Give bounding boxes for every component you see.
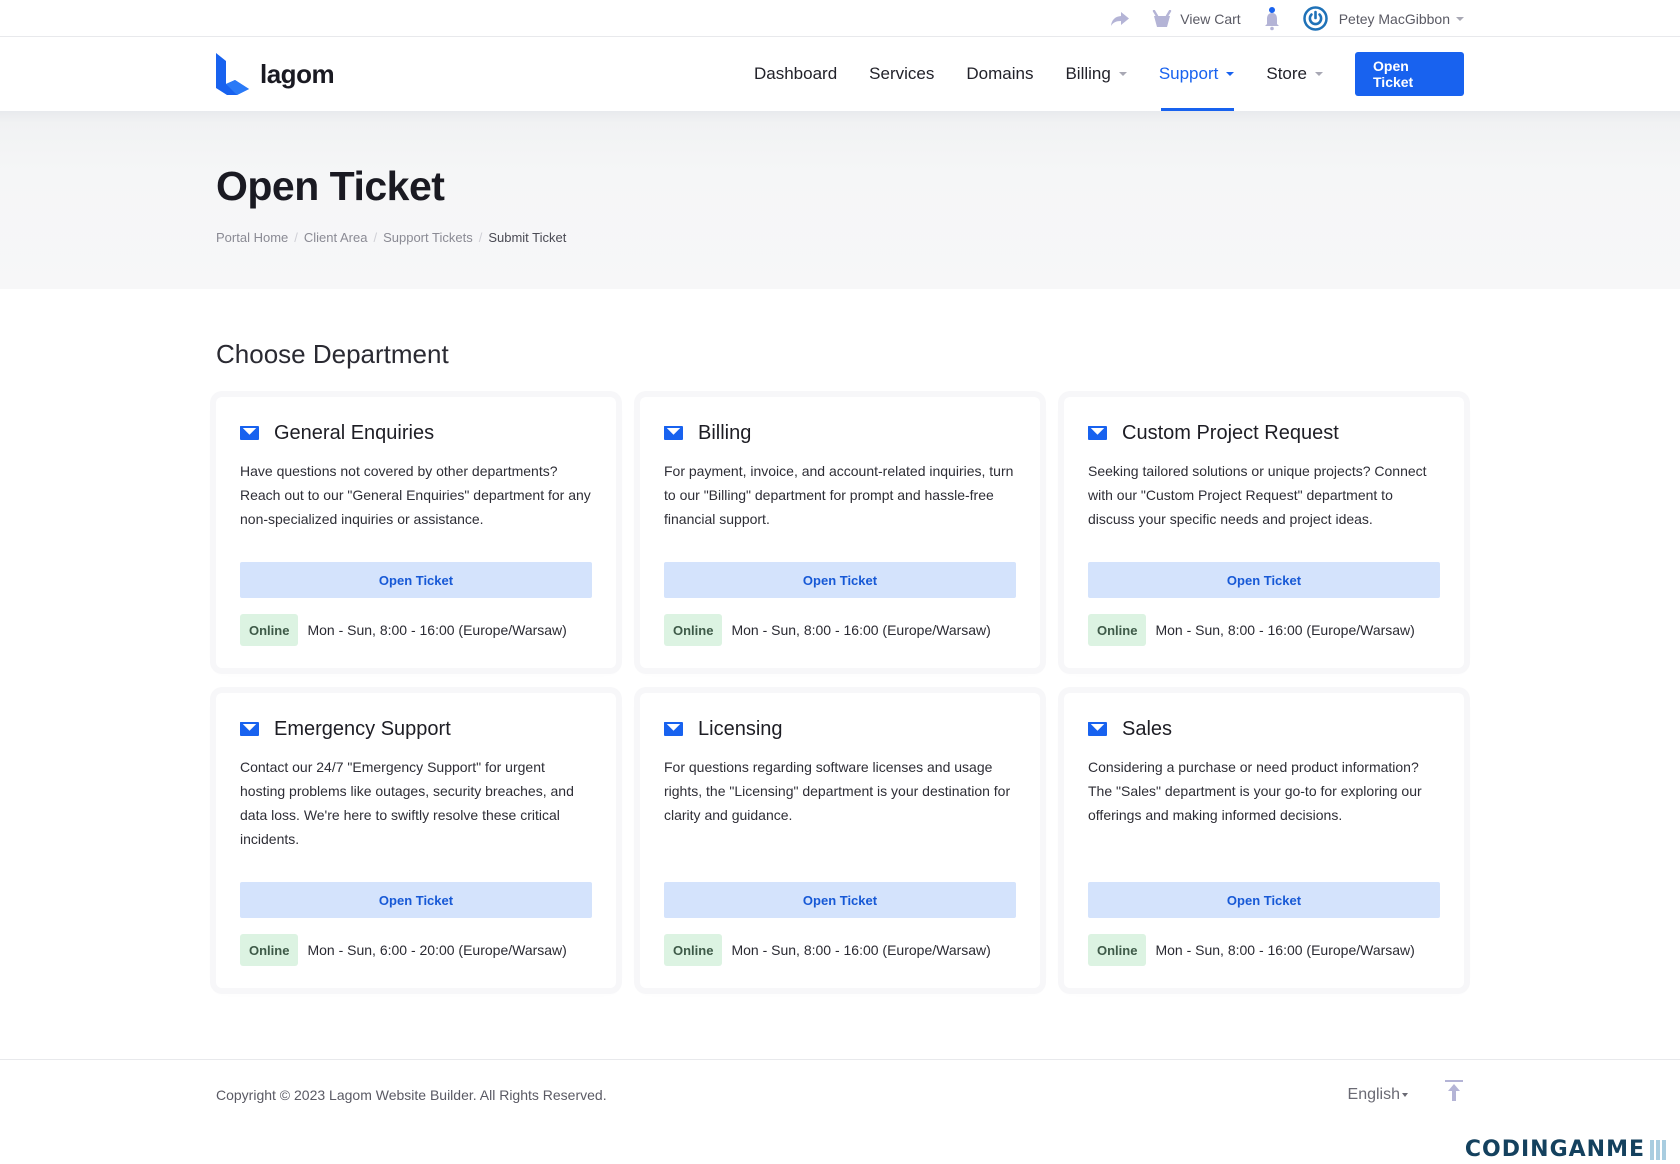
department-description: Have questions not covered by other depa… bbox=[240, 463, 591, 527]
nav-label: Dashboard bbox=[754, 64, 838, 83]
arrow-up-to-top-icon bbox=[1445, 1080, 1463, 1101]
power-icon bbox=[1302, 6, 1328, 31]
status-badge: Online bbox=[240, 934, 299, 966]
department-hours: Mon - Sun, 8:00 - 16:00 (Europe/Warsaw) bbox=[1155, 622, 1415, 638]
breadcrumb-separator: / bbox=[294, 230, 298, 245]
top-bar: View Cart Petey MacGibbon bbox=[0, 0, 1680, 37]
main-navbar: lagom Dashboard Services Domains Billing… bbox=[0, 37, 1680, 111]
nav-label: Support bbox=[1158, 64, 1219, 83]
user-name: Petey MacGibbon bbox=[1338, 10, 1450, 27]
department-name: Sales bbox=[1122, 717, 1173, 740]
department-description: For questions regarding software license… bbox=[664, 759, 1011, 823]
status-badge: Online bbox=[664, 614, 723, 646]
envelope-icon bbox=[1088, 722, 1107, 736]
breadcrumb-separator: / bbox=[373, 230, 378, 245]
department-card-sales: Sales Considering a purchase or need pro… bbox=[1064, 693, 1464, 988]
envelope-icon bbox=[664, 426, 683, 440]
breadcrumb-support-tickets[interactable]: Support Tickets bbox=[383, 230, 473, 245]
envelope-icon bbox=[664, 722, 683, 736]
user-menu[interactable]: Petey MacGibbon bbox=[1302, 6, 1464, 31]
language-label: English bbox=[1347, 1086, 1400, 1103]
department-hours: Mon - Sun, 8:00 - 16:00 (Europe/Warsaw) bbox=[731, 622, 991, 638]
nav-label: Store bbox=[1266, 64, 1307, 83]
watermark: CODINGANME bbox=[1465, 1137, 1666, 1162]
share-arrow-icon bbox=[1111, 11, 1130, 26]
watermark-text: CODINGANME bbox=[1464, 1137, 1645, 1162]
envelope-icon bbox=[240, 722, 259, 736]
breadcrumb-client-area[interactable]: Client Area bbox=[304, 230, 368, 245]
watermark-bars-icon bbox=[1648, 1139, 1666, 1160]
nav-billing[interactable]: Billing bbox=[1065, 37, 1127, 111]
nav-domains[interactable]: Domains bbox=[966, 37, 1033, 111]
basket-icon bbox=[1153, 9, 1172, 27]
copyright-text: Copyright © 2023 Lagom Website Builder. … bbox=[216, 1087, 607, 1103]
department-card-emergency-support: Emergency Support Contact our 24/7 "Emer… bbox=[216, 693, 616, 988]
department-name: Emergency Support bbox=[274, 717, 451, 740]
status-badge: Online bbox=[664, 934, 723, 966]
department-name: General Enquiries bbox=[274, 421, 435, 444]
nav-label: Services bbox=[869, 64, 935, 83]
chevron-down-icon bbox=[1118, 72, 1127, 76]
chevron-down-icon bbox=[1315, 72, 1323, 76]
envelope-icon bbox=[1088, 426, 1107, 440]
view-cart-label: View Cart bbox=[1180, 10, 1241, 27]
view-cart-link[interactable]: View Cart bbox=[1152, 9, 1241, 28]
nav-store[interactable]: Store bbox=[1266, 37, 1323, 111]
logo[interactable]: lagom bbox=[216, 53, 335, 95]
chevron-down-icon bbox=[1226, 72, 1235, 76]
page-title: Open Ticket bbox=[216, 163, 445, 209]
status-badge: Online bbox=[1088, 934, 1147, 966]
department-description: Contact our 24/7 "Emergency Support" for… bbox=[240, 759, 574, 847]
department-card-billing: Billing For payment, invoice, and accoun… bbox=[640, 397, 1040, 668]
department-card-licensing: Licensing For questions regarding softwa… bbox=[640, 693, 1040, 988]
open-ticket-button[interactable]: Open Ticket bbox=[240, 562, 592, 598]
open-ticket-button[interactable]: Open Ticket bbox=[664, 562, 1016, 598]
share-button[interactable] bbox=[1110, 11, 1130, 27]
breadcrumb-portal-home[interactable]: Portal Home bbox=[216, 230, 288, 245]
chevron-down-icon bbox=[1402, 1093, 1408, 1097]
envelope-icon bbox=[240, 426, 259, 440]
nav-label: Domains bbox=[966, 64, 1034, 83]
department-hours: Mon - Sun, 8:00 - 16:00 (Europe/Warsaw) bbox=[1155, 942, 1415, 958]
chevron-down-icon bbox=[1456, 16, 1464, 21]
department-description: Seeking tailored solutions or unique pro… bbox=[1088, 463, 1427, 527]
open-ticket-button[interactable]: Open Ticket bbox=[1088, 562, 1440, 598]
language-selector[interactable]: English bbox=[1348, 1086, 1408, 1104]
department-name: Billing bbox=[698, 421, 752, 444]
department-hours: Mon - Sun, 8:00 - 16:00 (Europe/Warsaw) bbox=[307, 622, 567, 638]
section-title: Choose Department bbox=[216, 339, 449, 369]
open-ticket-button[interactable]: Open Ticket bbox=[664, 882, 1016, 918]
page-header: Open Ticket Portal Home / Client Area / … bbox=[0, 111, 1680, 289]
department-card-general-enquiries: General Enquiries Have questions not cov… bbox=[216, 397, 616, 668]
department-grid: General Enquiries Have questions not cov… bbox=[216, 397, 1464, 988]
nav-support[interactable]: Support bbox=[1159, 37, 1235, 111]
open-ticket-button[interactable]: Open Ticket bbox=[1088, 882, 1440, 918]
department-name: Custom Project Request bbox=[1122, 421, 1339, 444]
open-ticket-button[interactable]: Open Ticket bbox=[240, 882, 592, 918]
open-ticket-nav-button[interactable]: Open Ticket bbox=[1355, 52, 1464, 96]
department-name: Licensing bbox=[698, 717, 783, 740]
back-to-top-button[interactable] bbox=[1444, 1080, 1464, 1102]
status-badge: Online bbox=[1088, 614, 1147, 646]
footer: Copyright © 2023 Lagom Website Builder. … bbox=[0, 1059, 1680, 1130]
notifications-button[interactable] bbox=[1263, 6, 1281, 31]
department-description: For payment, invoice, and account-relate… bbox=[664, 463, 1014, 527]
lagom-logo-icon bbox=[216, 53, 249, 95]
department-card-custom-project-request: Custom Project Request Seeking tailored … bbox=[1064, 397, 1464, 668]
breadcrumb-separator: / bbox=[478, 230, 483, 245]
brand-name: lagom bbox=[260, 58, 335, 89]
bell-icon bbox=[1264, 6, 1279, 30]
breadcrumb: Portal Home / Client Area / Support Tick… bbox=[216, 230, 1464, 245]
nav-label: Billing bbox=[1065, 64, 1111, 83]
department-description: Considering a purchase or need product i… bbox=[1088, 759, 1422, 823]
main-content: Choose Department General Enquiries Have… bbox=[0, 289, 1680, 988]
department-hours: Mon - Sun, 8:00 - 16:00 (Europe/Warsaw) bbox=[731, 942, 991, 958]
department-hours: Mon - Sun, 6:00 - 20:00 (Europe/Warsaw) bbox=[307, 942, 567, 958]
primary-nav: Dashboard Services Domains Billing Suppo… bbox=[722, 37, 1464, 111]
nav-services[interactable]: Services bbox=[869, 37, 934, 111]
nav-dashboard[interactable]: Dashboard bbox=[754, 37, 837, 111]
breadcrumb-submit-ticket: Submit Ticket bbox=[488, 230, 567, 245]
status-badge: Online bbox=[240, 614, 299, 646]
